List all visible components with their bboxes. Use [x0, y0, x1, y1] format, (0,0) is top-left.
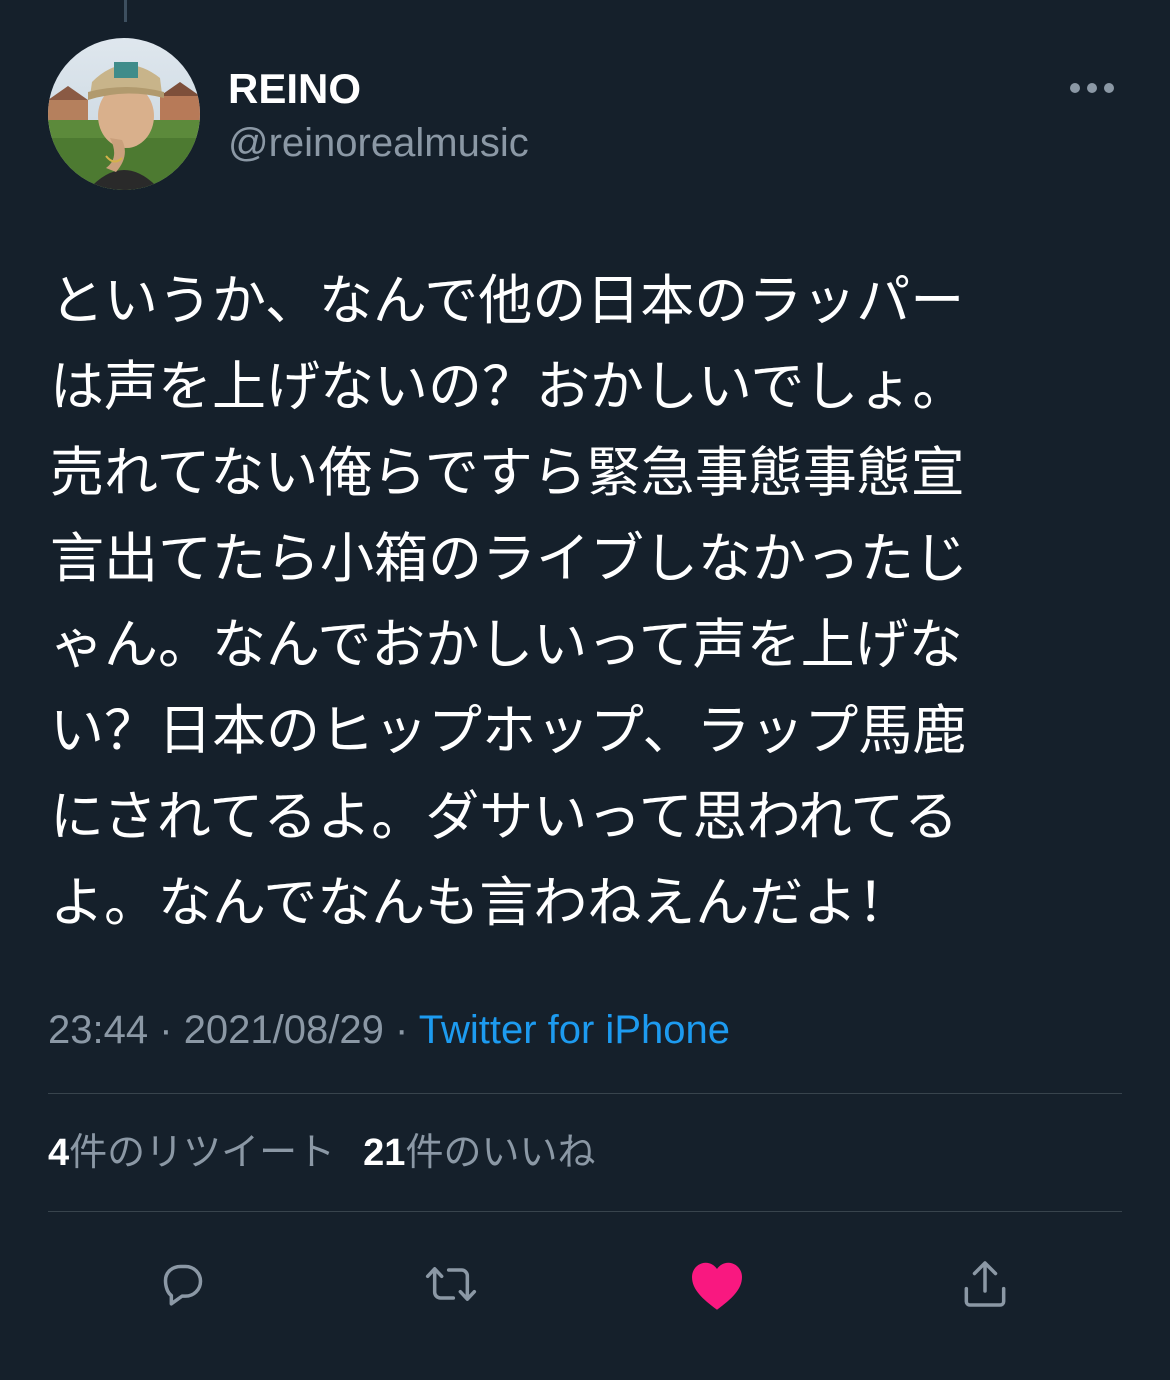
meta-separator: ·	[395, 1008, 409, 1052]
more-options-button[interactable]	[1062, 70, 1122, 106]
meta-separator: ·	[159, 1008, 173, 1052]
like-label: 件のいいね	[405, 1130, 596, 1174]
avatar[interactable]	[48, 38, 200, 190]
tweet-meta: 23:44 · 2021/08/29 · Twitter for iPhone	[48, 1006, 730, 1054]
retweet-icon	[425, 1267, 477, 1301]
retweet-label: 件のリツイート	[69, 1130, 336, 1174]
tweet-time[interactable]: 23:44	[48, 1008, 148, 1052]
tweet-actions	[0, 1236, 1170, 1332]
like-stat[interactable]: 21件のいいね	[363, 1126, 595, 1179]
reply-icon	[163, 1264, 203, 1306]
like-button[interactable]	[677, 1244, 757, 1324]
heart-icon	[692, 1262, 742, 1310]
author-handle[interactable]: @reinorealmusic	[228, 118, 529, 168]
author-display-name[interactable]: REINO	[228, 64, 529, 114]
share-button[interactable]	[945, 1244, 1025, 1324]
tweet-date[interactable]: 2021/08/29	[184, 1008, 384, 1052]
tweet-header: REINO @reinorealmusic	[48, 38, 1122, 190]
thread-connector-line	[124, 0, 127, 22]
like-count: 21	[363, 1132, 406, 1174]
share-icon	[964, 1261, 1006, 1307]
divider	[48, 1093, 1122, 1094]
retweet-stat[interactable]: 4件のリツイート	[48, 1126, 335, 1179]
author-names: REINO @reinorealmusic	[228, 64, 529, 168]
tweet-text: というか、なんで他の日本のラッパー は声を上げないの？おかしいでしょ。 売れてな…	[50, 269, 968, 934]
divider	[48, 1211, 1122, 1212]
retweet-count: 4	[48, 1132, 70, 1174]
more-horizontal-icon	[1070, 83, 1114, 93]
reply-button[interactable]	[143, 1244, 223, 1324]
tweet-source-link[interactable]: Twitter for iPhone	[419, 1008, 730, 1052]
retweet-button[interactable]	[411, 1244, 491, 1324]
tweet-stats: 4件のリツイート 21件のいいね	[48, 1126, 595, 1179]
